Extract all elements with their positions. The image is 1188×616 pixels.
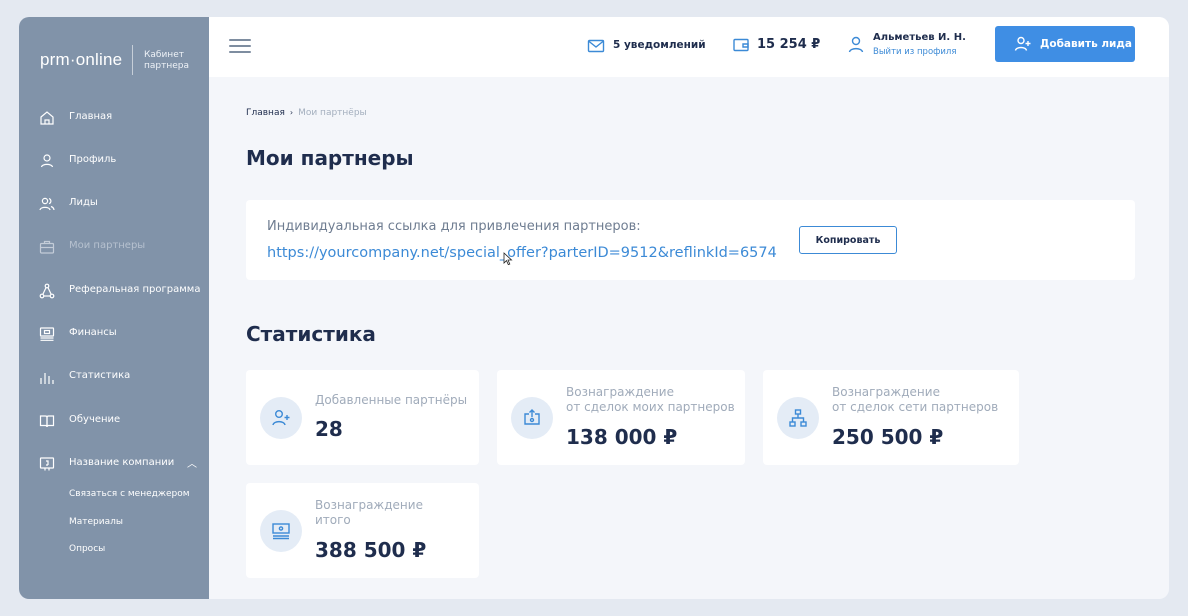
stat-card-network-reward: Вознаграждение от сделок сети партнеров 2…	[763, 370, 1019, 465]
breadcrumb-current: Мои партнёры	[298, 108, 367, 118]
stat-label: Вознаграждение от сделок сети партнеров	[832, 385, 999, 414]
sidebar-subitem-materials[interactable]: Материалы	[69, 517, 123, 527]
wallet-icon	[733, 38, 749, 52]
sidebar-item-company[interactable]: Название компании ︿	[19, 449, 209, 479]
user-icon	[848, 36, 864, 53]
user-icon	[40, 154, 54, 168]
notifications-count: 5 уведомлений	[613, 39, 706, 51]
referral-link[interactable]: https://yourcompany.net/special_offer?pa…	[267, 245, 777, 261]
breadcrumb-separator: ›	[289, 108, 294, 117]
stat-value: 250 500 ₽	[832, 425, 944, 449]
sidebar-item-my-partners[interactable]: Мои партнеры	[19, 232, 209, 262]
stat-card-added-partners: Добавленные партнёры 28	[246, 370, 479, 465]
sidebar-item-label: Лиды	[69, 197, 98, 208]
logout-link[interactable]: Выйти из профиля	[873, 47, 956, 57]
stat-label: Добавленные партнёры	[315, 393, 468, 407]
sidebar-item-profile[interactable]: Профиль	[19, 146, 209, 176]
logo-divider	[132, 45, 133, 75]
sidebar-item-statistics[interactable]: Статистика	[19, 362, 209, 392]
sidebar-item-label: Реферальная программа	[69, 284, 201, 295]
stats-title: Статистика	[246, 322, 376, 346]
home-icon	[40, 111, 54, 125]
stat-label: Вознаграждение от сделок моих партнеров	[566, 385, 735, 414]
network-tree-icon	[789, 409, 807, 427]
add-lead-label: Добавить лида	[1040, 38, 1132, 50]
sidebar-item-label: Мои партнеры	[69, 240, 146, 251]
stat-value: 28	[315, 417, 343, 441]
mouse-cursor-icon	[503, 252, 513, 266]
stat-card-total-reward: Вознаграждение итого 388 500 ₽	[246, 483, 479, 578]
referral-label: Индивидуальная ссылка для привлечения па…	[267, 219, 641, 234]
balance-button[interactable]: 15 254 ₽	[732, 36, 820, 58]
money-upload-icon	[524, 409, 540, 425]
stat-label: Вознаграждение итого	[315, 498, 423, 527]
sidebar-item-label: Статистика	[69, 370, 131, 381]
add-lead-button[interactable]: Добавить лида	[995, 26, 1135, 62]
top-bar: 5 уведомлений 15 254 ₽ Альметьев И. Н. В…	[209, 17, 1169, 77]
stat-icon-circle	[511, 397, 553, 439]
notifications-button[interactable]: 5 уведомлений	[586, 36, 706, 56]
stat-icon-circle	[260, 397, 302, 439]
copy-button[interactable]: Копировать	[799, 226, 897, 254]
mail-icon	[587, 39, 605, 53]
page-title: Мои партнеры	[246, 146, 414, 170]
sidebar-item-label: Финансы	[69, 327, 117, 338]
sidebar-item-label: Главная	[69, 111, 113, 122]
sidebar-item-home[interactable]: Главная	[19, 103, 209, 133]
chevron-up-icon[interactable]: ︿	[187, 455, 197, 470]
network-icon	[39, 283, 55, 299]
sidebar-item-label: Название компании	[69, 457, 175, 468]
referral-link-card: Индивидуальная ссылка для привлечения па…	[246, 200, 1135, 280]
sidebar-item-learning[interactable]: Обучение	[19, 406, 209, 436]
breadcrumb: Главная › Мои партнёры	[246, 108, 367, 118]
stat-value: 388 500 ₽	[315, 538, 427, 562]
sidebar-subitem-surveys[interactable]: Опросы	[69, 544, 105, 554]
add-user-icon	[1014, 36, 1031, 51]
logo-subtitle: Кабинет партнера	[144, 50, 190, 71]
sidebar-subitem-contact-manager[interactable]: Связаться с менеджером	[69, 489, 190, 499]
breadcrumb-home[interactable]: Главная	[246, 108, 285, 118]
book-icon	[39, 415, 55, 428]
app-window: prm·online Кабинет партнера Главная Профи…	[19, 17, 1169, 599]
add-user-icon	[272, 410, 290, 426]
sidebar: prm·online Кабинет партнера Главная Профи…	[19, 17, 209, 599]
sidebar-item-finance[interactable]: Финансы	[19, 319, 209, 349]
finance-icon	[39, 327, 55, 341]
user-name: Альметьев И. Н.	[873, 32, 966, 43]
stat-value: 138 000 ₽	[566, 425, 678, 449]
company-icon	[39, 457, 55, 471]
stat-card-my-partners-reward: Вознаграждение от сделок моих партнеров 1…	[497, 370, 745, 465]
stat-icon-circle	[260, 510, 302, 552]
logo-text: prm·online	[40, 50, 123, 69]
copy-button-label: Копировать	[815, 235, 881, 246]
bar-chart-icon	[40, 373, 54, 384]
sidebar-item-label: Профиль	[69, 154, 117, 165]
briefcase-icon	[39, 240, 55, 254]
sidebar-item-leads[interactable]: Лиды	[19, 189, 209, 219]
stat-icon-circle	[777, 397, 819, 439]
balance-amount: 15 254 ₽	[757, 37, 821, 52]
sidebar-item-referral[interactable]: Реферальная программа	[19, 276, 209, 306]
users-icon	[39, 197, 55, 211]
sidebar-item-label: Обучение	[69, 414, 121, 425]
menu-icon[interactable]	[229, 39, 251, 55]
cash-stack-icon	[272, 523, 290, 540]
